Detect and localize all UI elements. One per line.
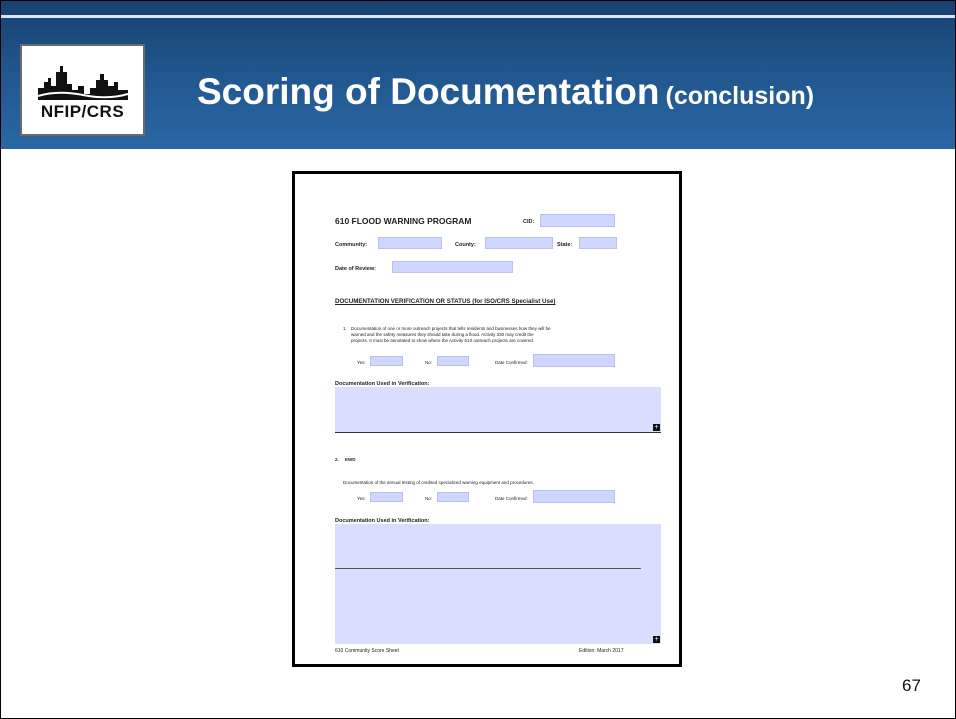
slide-header: NFIP/CRS Scoring of Documentation (conclu… bbox=[1, 1, 955, 149]
item2-date-label: Date Confirmed: bbox=[495, 496, 528, 501]
item1-no-field[interactable] bbox=[437, 356, 469, 366]
state-field[interactable] bbox=[579, 237, 617, 249]
item2-title: EWD bbox=[345, 457, 356, 462]
item2-doc-used-area[interactable] bbox=[335, 524, 661, 644]
page-title: Scoring of Documentation (conclusion) bbox=[197, 71, 814, 113]
item2-no-field[interactable] bbox=[437, 492, 469, 502]
nfip-crs-logo: NFIP/CRS bbox=[20, 44, 145, 136]
review-date-field[interactable] bbox=[392, 261, 513, 273]
footer-right: Edition: March 2017 bbox=[579, 648, 624, 654]
item2-date-field[interactable] bbox=[533, 490, 615, 503]
item1-date-label: Date Confirmed: bbox=[495, 360, 528, 365]
logo-text: NFIP/CRS bbox=[40, 102, 125, 121]
title-suffix: (conclusion) bbox=[665, 82, 815, 110]
community-label: Community: bbox=[335, 242, 368, 248]
footer-left: 610 Community Score Sheet bbox=[335, 648, 399, 654]
item1-line1: Documentation of one or more outreach pr… bbox=[351, 326, 551, 331]
item2-expand-icon[interactable]: + bbox=[653, 636, 660, 643]
cid-label: CID: bbox=[523, 219, 535, 225]
county-field[interactable] bbox=[485, 237, 553, 249]
score-sheet-document: 610 FLOOD WARNING PROGRAM CID: Community… bbox=[292, 171, 682, 667]
header-accent-line bbox=[1, 15, 955, 18]
item2-text: Documentation of the annual testing of c… bbox=[343, 480, 534, 485]
item1-no-label: No: bbox=[425, 360, 433, 365]
item1-date-field[interactable] bbox=[533, 354, 615, 367]
page-number: 67 bbox=[902, 676, 921, 695]
section-heading: DOCUMENTATION VERIFICATION OR STATUS (fo… bbox=[335, 298, 556, 305]
item2-yes-label: Yes: bbox=[357, 496, 366, 501]
cid-field[interactable] bbox=[540, 214, 615, 227]
item2-area-divider bbox=[335, 568, 641, 569]
form-title: 610 FLOOD WARNING PROGRAM bbox=[335, 216, 472, 226]
community-field[interactable] bbox=[378, 237, 442, 249]
item1-doc-used-area[interactable] bbox=[335, 387, 661, 432]
skyline-icon bbox=[38, 66, 128, 100]
item2-yes-field[interactable] bbox=[370, 492, 403, 502]
item2-no-label: No: bbox=[425, 496, 433, 501]
item1-line2: warned and the safety measures they shou… bbox=[351, 332, 534, 337]
item1-line3: projects. It must be annotated to show w… bbox=[351, 338, 535, 343]
item1-area-divider bbox=[335, 432, 661, 433]
title-main: Scoring of Documentation bbox=[197, 71, 660, 112]
review-date-label: Date of Review: bbox=[335, 266, 376, 272]
item1-expand-icon[interactable]: + bbox=[653, 424, 660, 431]
county-label: County: bbox=[455, 242, 476, 248]
item1-yes-label: Yes: bbox=[357, 360, 366, 365]
state-label: State: bbox=[557, 242, 573, 248]
item1-yes-field[interactable] bbox=[370, 356, 403, 366]
item2-number: 2. bbox=[335, 457, 339, 462]
item1-number: 1. bbox=[343, 326, 347, 331]
